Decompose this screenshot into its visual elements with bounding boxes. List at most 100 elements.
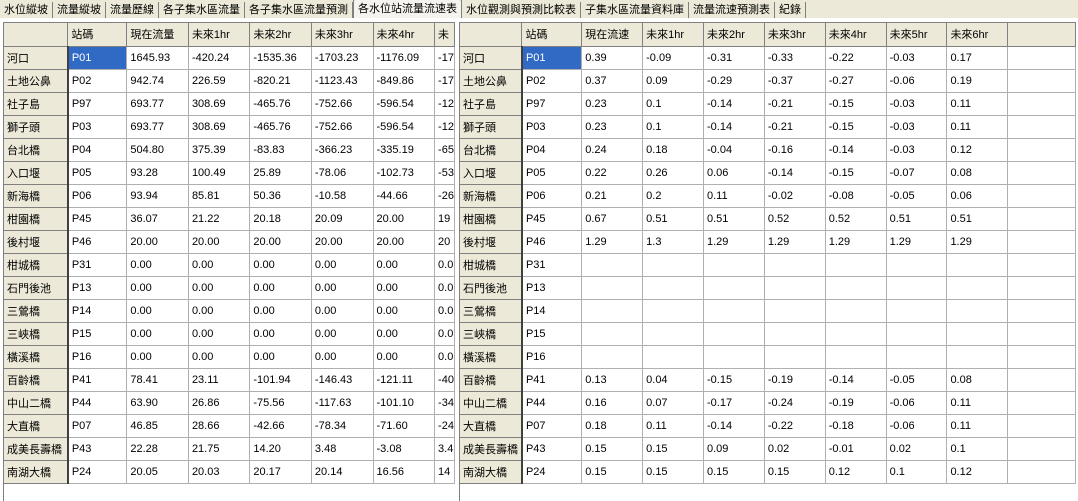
velocity-value-cell[interactable] [581, 299, 644, 323]
tab-9[interactable]: 紀錄 [775, 2, 806, 18]
flow-value-cell[interactable]: 14.20 [249, 437, 312, 461]
flow-value-cell[interactable]: 0.00 [249, 299, 312, 323]
velocity-value-cell[interactable]: 0.08 [946, 161, 1009, 185]
flow-value-cell[interactable]: -420.24 [188, 46, 251, 70]
velocity-value-cell[interactable]: 0.24 [581, 138, 644, 162]
flow-value-cell[interactable]: 3.48 [311, 437, 374, 461]
flow-row-header[interactable]: 南湖大橋 [4, 460, 69, 484]
velocity-row-header[interactable]: 社子島 [460, 92, 523, 116]
flow-value-cell[interactable]: 26.86 [188, 391, 251, 415]
velocity-row-header[interactable]: 中山二橋 [460, 391, 523, 415]
flow-value-cell[interactable]: 20.17 [249, 460, 312, 484]
velocity-value-cell[interactable]: 1.29 [764, 230, 826, 254]
velocity-value-cell[interactable]: -0.02 [764, 184, 826, 208]
velocity-value-cell[interactable]: -0.14 [825, 138, 887, 162]
flow-row-header[interactable]: 新海橋 [4, 184, 69, 208]
flow-value-cell[interactable]: 226.59 [188, 69, 251, 93]
flow-value-cell[interactable]: -335.19 [373, 138, 436, 162]
velocity-value-cell[interactable] [946, 276, 1009, 300]
velocity-value-cell[interactable]: 0.52 [825, 207, 887, 231]
flow-value-cell[interactable]: 20.00 [373, 207, 436, 231]
flow-value-cell[interactable]: 100.49 [188, 161, 251, 185]
flow-row-header[interactable]: 台北橋 [4, 138, 69, 162]
velocity-row-header[interactable]: 橫溪橋 [460, 345, 523, 369]
flow-value-cell[interactable]: 0.00 [249, 322, 312, 346]
velocity-value-cell[interactable] [581, 345, 644, 369]
flow-value-cell[interactable]: 93.28 [126, 161, 189, 185]
flow-station-code-cell[interactable]: P07 [67, 414, 128, 438]
flow-value-cell[interactable]: -78.34 [311, 414, 374, 438]
flow-row-header[interactable]: 成美長壽橋 [4, 437, 69, 461]
velocity-value-cell[interactable] [1007, 230, 1076, 254]
velocity-value-cell[interactable]: 0.21 [581, 184, 644, 208]
tab-6[interactable]: 水位觀測與預測比較表 [462, 2, 581, 18]
velocity-value-cell[interactable]: 0.22 [581, 161, 644, 185]
velocity-value-cell[interactable] [825, 322, 887, 346]
velocity-value-cell[interactable]: -0.24 [764, 391, 826, 415]
velocity-value-cell[interactable]: 0.02 [764, 437, 826, 461]
velocity-value-cell[interactable]: 0.11 [946, 92, 1009, 116]
velocity-value-cell[interactable]: 0.11 [642, 414, 704, 438]
flow-row-header[interactable]: 石門後池 [4, 276, 69, 300]
velocity-row-header[interactable]: 柑城橋 [460, 253, 523, 277]
velocity-value-cell[interactable]: 1.29 [825, 230, 887, 254]
velocity-row-header[interactable]: 成美長壽橋 [460, 437, 523, 461]
velocity-value-cell[interactable] [703, 253, 765, 277]
flow-station-code-cell[interactable]: P01 [67, 46, 128, 70]
velocity-value-cell[interactable]: -0.31 [703, 46, 765, 70]
velocity-value-cell[interactable] [886, 276, 948, 300]
flow-row-header[interactable]: 獅子頭 [4, 115, 69, 139]
flow-value-cell[interactable]: -752.66 [311, 92, 374, 116]
velocity-value-cell[interactable]: 1.29 [581, 230, 644, 254]
tab-0[interactable]: 水位縱坡 [0, 2, 53, 18]
velocity-row-header[interactable]: 後村堰 [460, 230, 523, 254]
flow-value-cell[interactable]: -752.66 [311, 115, 374, 139]
velocity-value-cell[interactable]: 0.67 [581, 207, 644, 231]
flow-value-cell[interactable]: 0.00 [126, 345, 189, 369]
flow-value-cell[interactable]: -10.58 [311, 184, 374, 208]
velocity-value-cell[interactable] [1007, 391, 1076, 415]
flow-value-cell[interactable]: 20.00 [311, 230, 374, 254]
flow-value-cell[interactable]: 0.00 [311, 322, 374, 346]
flow-value-cell[interactable]: 0.00 [126, 276, 189, 300]
flow-station-code-cell[interactable]: P46 [67, 230, 128, 254]
flow-value-cell[interactable]: -24 [434, 414, 455, 438]
velocity-value-cell[interactable]: -0.19 [764, 368, 826, 392]
velocity-value-cell[interactable]: 0.09 [703, 437, 765, 461]
velocity-value-cell[interactable]: 0.11 [946, 391, 1009, 415]
velocity-value-cell[interactable]: 0.18 [581, 414, 644, 438]
flow-value-cell[interactable]: -117.63 [311, 391, 374, 415]
flow-column-header[interactable]: 未來4hr [373, 23, 436, 47]
velocity-value-cell[interactable]: 0.12 [946, 460, 1009, 484]
velocity-station-code-cell[interactable]: P05 [521, 161, 583, 185]
velocity-value-cell[interactable] [1007, 322, 1076, 346]
flow-value-cell[interactable]: -1703.23 [311, 46, 374, 70]
flow-value-cell[interactable]: 0.0 [434, 276, 455, 300]
velocity-value-cell[interactable]: 0.13 [581, 368, 644, 392]
velocity-value-cell[interactable] [825, 276, 887, 300]
velocity-station-code-cell[interactable]: P46 [521, 230, 583, 254]
velocity-value-cell[interactable]: -0.22 [825, 46, 887, 70]
velocity-station-code-cell[interactable]: P13 [521, 276, 583, 300]
velocity-value-cell[interactable] [703, 276, 765, 300]
flow-value-cell[interactable]: 0.0 [434, 253, 455, 277]
velocity-value-cell[interactable]: 0.52 [764, 207, 826, 231]
velocity-value-cell[interactable]: -0.37 [764, 69, 826, 93]
flow-value-cell[interactable]: 0.00 [188, 276, 251, 300]
velocity-row-header[interactable]: 台北橋 [460, 138, 523, 162]
flow-value-cell[interactable]: 0.00 [373, 345, 436, 369]
velocity-value-cell[interactable] [642, 253, 704, 277]
velocity-station-code-cell[interactable]: P02 [521, 69, 583, 93]
velocity-row-header[interactable]: 入口堰 [460, 161, 523, 185]
velocity-value-cell[interactable]: 0.23 [581, 115, 644, 139]
flow-value-cell[interactable]: -102.73 [373, 161, 436, 185]
velocity-value-cell[interactable]: -0.14 [703, 414, 765, 438]
flow-value-cell[interactable]: 3.4 [434, 437, 455, 461]
flow-value-cell[interactable]: 25.89 [249, 161, 312, 185]
velocity-row-header[interactable]: 三鶯橋 [460, 299, 523, 323]
flow-column-header[interactable]: 未來2hr [249, 23, 312, 47]
velocity-value-cell[interactable]: 0.15 [642, 460, 704, 484]
velocity-row-header[interactable]: 河口 [460, 46, 523, 70]
velocity-row-header[interactable]: 大直橋 [460, 414, 523, 438]
flow-value-cell[interactable]: 0.00 [249, 276, 312, 300]
